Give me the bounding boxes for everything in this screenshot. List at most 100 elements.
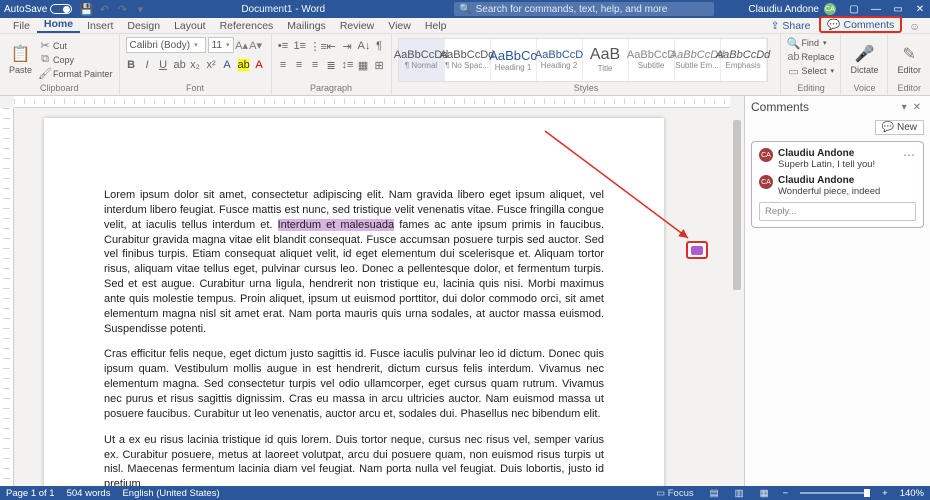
outdent-icon[interactable]: ⇤ <box>326 40 337 53</box>
comments-button[interactable]: 💬 Comments <box>819 16 902 33</box>
bold-icon[interactable]: B <box>126 59 137 71</box>
comment-author: Claudiu Andone <box>778 148 898 159</box>
find-button[interactable]: 🔍Find▾ <box>787 37 826 49</box>
subscript-icon[interactable]: x₂ <box>190 59 201 71</box>
show-marks-icon[interactable]: ¶ <box>374 40 385 53</box>
redo-icon[interactable]: ↷ <box>116 3 128 15</box>
paragraph-3[interactable]: Ut a ex eu risus lacinia tristique id qu… <box>104 433 604 486</box>
italic-icon[interactable]: I <box>142 59 153 71</box>
vertical-ruler[interactable] <box>0 108 14 486</box>
word-count[interactable]: 504 words <box>67 488 111 499</box>
font-size-combo[interactable]: 11 <box>208 37 234 53</box>
tab-help[interactable]: Help <box>418 18 454 33</box>
style-gallery[interactable]: AaBbCcDd¶ Normal AaBbCcDd¶ No Spac... Aa… <box>398 38 768 82</box>
page-indicator[interactable]: Page 1 of 1 <box>6 488 55 499</box>
maximize-icon[interactable]: ▭ <box>892 4 904 15</box>
read-mode-icon[interactable]: ▤ <box>708 488 721 499</box>
replace-button[interactable]: abReplace <box>787 51 834 63</box>
sort-icon[interactable]: A↓ <box>358 40 369 53</box>
style-emphasis[interactable]: AaBbCcDdEmphasis <box>721 39 767 81</box>
tab-mailings[interactable]: Mailings <box>280 18 333 33</box>
text-effects-icon[interactable]: A <box>222 59 233 71</box>
feedback-icon[interactable]: ☺ <box>905 21 924 33</box>
zoom-slider[interactable] <box>800 492 870 494</box>
pane-close-icon[interactable]: ✕ <box>910 102 924 113</box>
zoom-level[interactable]: 140% <box>900 488 924 499</box>
save-icon[interactable]: 💾 <box>80 3 92 15</box>
style-heading1[interactable]: AaBbCcHeading 1 <box>491 39 537 81</box>
share-button[interactable]: ⇪ Share <box>765 19 817 33</box>
tab-view[interactable]: View <box>381 18 418 33</box>
paragraph-2[interactable]: Cras efficitur felis neque, eget dictum … <box>104 347 604 421</box>
borders-icon[interactable]: ⊞ <box>374 59 385 72</box>
zoom-in-icon[interactable]: + <box>882 488 888 499</box>
autosave-toggle[interactable]: AutoSave <box>4 4 72 15</box>
highlighted-text: Interdum et malesuada <box>278 219 395 231</box>
group-label-font: Font <box>126 82 265 95</box>
tab-insert[interactable]: Insert <box>80 18 120 33</box>
shrink-font-icon[interactable]: A▾ <box>250 39 262 51</box>
qat-dropdown-icon[interactable]: ▾ <box>134 3 146 15</box>
underline-icon[interactable]: U <box>158 59 169 71</box>
numbering-icon[interactable]: 1≡ <box>294 40 305 53</box>
align-center-icon[interactable]: ≡ <box>294 59 305 72</box>
print-layout-icon[interactable]: ▥ <box>733 488 746 499</box>
bullets-icon[interactable]: •≡ <box>278 40 289 53</box>
comment-thread[interactable]: CA Claudiu Andone Superb Latin, I tell y… <box>751 141 924 228</box>
align-left-icon[interactable]: ≡ <box>278 59 289 72</box>
tab-design[interactable]: Design <box>120 18 167 33</box>
style-nospacing[interactable]: AaBbCcDd¶ No Spac... <box>445 39 491 81</box>
tab-layout[interactable]: Layout <box>167 18 213 33</box>
paste-button[interactable]: 📋 Paste <box>6 44 35 75</box>
tab-references[interactable]: References <box>213 18 281 33</box>
focus-mode-button[interactable]: ▭ Focus <box>654 488 696 499</box>
select-button[interactable]: ▭Select▾ <box>787 65 834 77</box>
style-subtle-em[interactable]: AaBbCcDdSubtle Em... <box>675 39 721 81</box>
paragraph-1[interactable]: Lorem ipsum dolor sit amet, consectetur … <box>104 188 604 336</box>
font-family-combo[interactable]: Calibri (Body) <box>126 37 206 53</box>
superscript-icon[interactable]: x² <box>206 59 217 71</box>
zoom-out-icon[interactable]: − <box>783 488 789 499</box>
minimize-icon[interactable]: — <box>870 4 882 15</box>
style-subtitle[interactable]: AaBbCcDSubtitle <box>629 39 675 81</box>
line-spacing-icon[interactable]: ↕≡ <box>342 59 353 72</box>
style-title[interactable]: AaBTitle <box>583 39 629 81</box>
style-heading2[interactable]: AaBbCcDHeading 2 <box>537 39 583 81</box>
language-indicator[interactable]: English (United States) <box>122 488 219 499</box>
reply-input[interactable]: Reply... <box>759 202 916 221</box>
indent-icon[interactable]: ⇥ <box>342 40 353 53</box>
shading-icon[interactable]: ▦ <box>358 59 369 72</box>
justify-icon[interactable]: ≣ <box>326 59 337 72</box>
new-comment-button[interactable]: 💬New <box>875 120 924 135</box>
pane-dropdown-icon[interactable]: ▾ <box>899 102 910 113</box>
grow-font-icon[interactable]: A▴ <box>236 39 248 51</box>
dictate-button[interactable]: 🎤Dictate <box>847 44 881 75</box>
comment-more-icon[interactable]: ⋯ <box>903 148 916 170</box>
ribbon-options-icon[interactable]: ▢ <box>848 4 860 15</box>
scrollbar-thumb[interactable] <box>733 120 741 290</box>
align-right-icon[interactable]: ≡ <box>310 59 321 72</box>
close-icon[interactable]: ✕ <box>914 4 926 15</box>
tab-file[interactable]: File <box>6 18 37 33</box>
highlight-icon[interactable]: ab <box>238 59 249 71</box>
style-normal[interactable]: AaBbCcDd¶ Normal <box>399 39 445 81</box>
format-painter-button[interactable]: 🖌Format Painter <box>39 68 113 80</box>
comment-icon: 💬 <box>827 18 840 31</box>
comment-marker[interactable] <box>686 241 708 259</box>
editor-button[interactable]: ✎Editor <box>894 44 924 75</box>
quick-access-toolbar: 💾 ↶ ↷ ▾ <box>80 3 146 15</box>
tab-home[interactable]: Home <box>37 16 80 33</box>
horizontal-ruler[interactable] <box>14 96 730 108</box>
web-layout-icon[interactable]: ▦ <box>758 488 771 499</box>
search-input[interactable]: 🔍 Search for commands, text, help, and m… <box>454 2 714 16</box>
multilevel-icon[interactable]: ⋮≡ <box>310 40 321 53</box>
strike-icon[interactable]: ab <box>174 59 185 71</box>
copy-button[interactable]: ⧉Copy <box>39 54 113 66</box>
account-button[interactable]: Claudiu Andone CA <box>748 3 836 15</box>
font-color-icon[interactable]: A <box>254 59 265 71</box>
undo-icon[interactable]: ↶ <box>98 3 110 15</box>
cut-button[interactable]: ✂Cut <box>39 40 113 52</box>
vertical-scrollbar[interactable] <box>732 110 742 483</box>
tab-review[interactable]: Review <box>333 18 381 33</box>
page[interactable]: Lorem ipsum dolor sit amet, consectetur … <box>44 118 664 486</box>
